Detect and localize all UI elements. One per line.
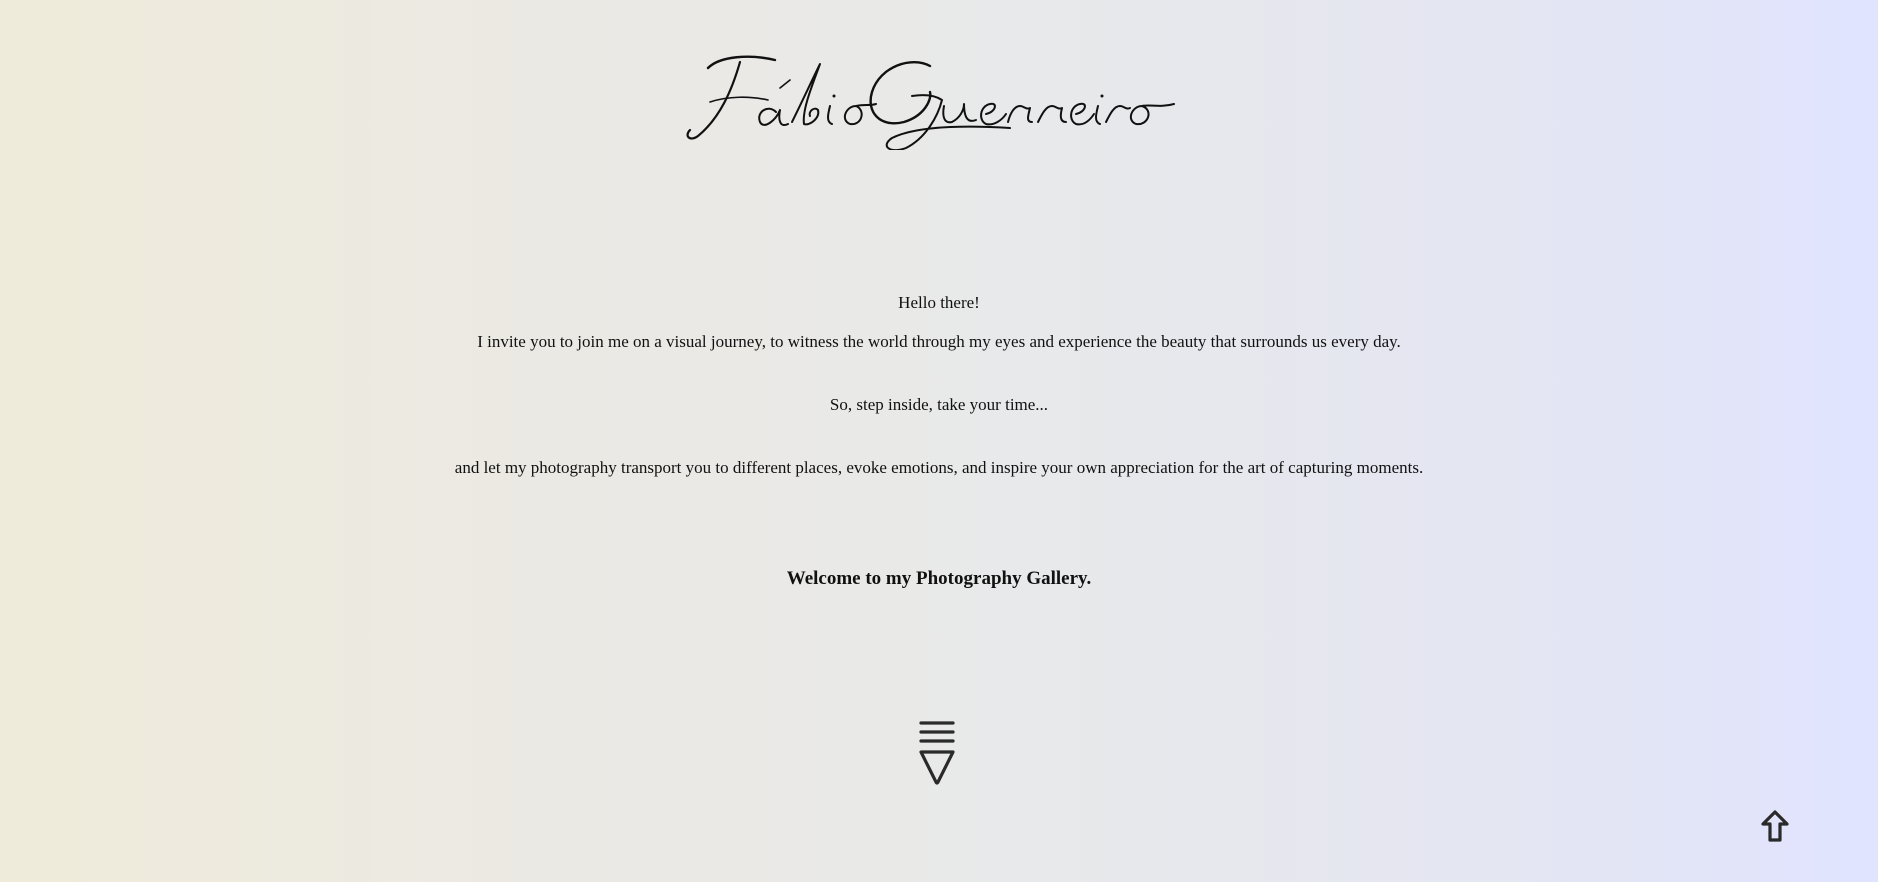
intro-step-inside-text: So, step inside, take your time... xyxy=(829,395,1049,414)
intro-greeting: Hello there! xyxy=(898,293,980,312)
scroll-down-button[interactable] xyxy=(916,718,958,790)
welcome-heading: Welcome to my Photography Gallery. xyxy=(786,568,1092,589)
back-to-top-button[interactable] xyxy=(1758,808,1792,844)
intro-invite-text: I invite you to join me on a visual jour… xyxy=(477,332,1401,351)
scroll-down-icon xyxy=(919,721,955,785)
intro-transport-text: and let my photography transport you to … xyxy=(454,458,1424,477)
signature-logo: Fábio Guerreiro xyxy=(680,40,1180,152)
arrow-up-icon xyxy=(1761,810,1789,842)
